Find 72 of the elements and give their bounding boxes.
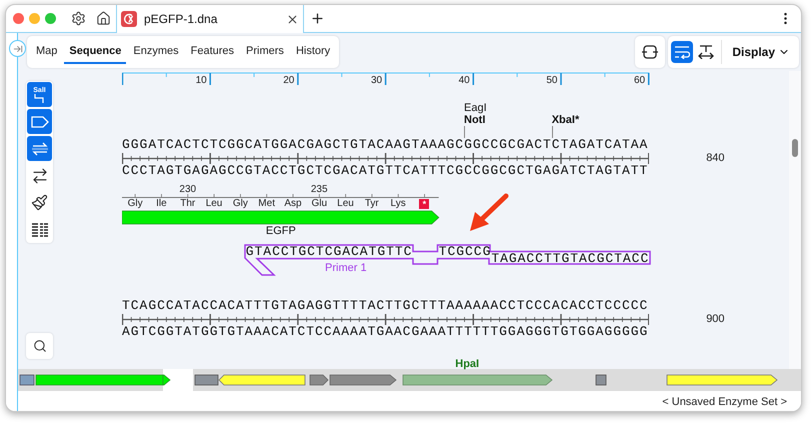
amino-acid: Lys [390,198,406,209]
amino-acid: Tyr [364,198,379,209]
ruler-number: 30 [370,75,382,87]
amino-acid: Gly [232,198,248,209]
amino-acid: Glu [311,198,327,209]
view-tab[interactable]: Map [31,40,62,64]
view-tab[interactable]: History [290,40,336,64]
ruler-number: 40 [458,75,470,87]
cut-marker [464,126,466,138]
view-tab[interactable]: Primers [241,40,289,64]
primer-outline[interactable] [244,244,651,276]
primer-sequence: TAGACCTTGTACGCTACC [491,252,650,266]
wrap-text-icon [674,45,690,59]
amino-acid: Ile [156,198,167,209]
scrollbar-thumb[interactable] [792,139,798,157]
cut-marker [552,126,553,138]
plus-icon [310,11,325,26]
sidebar-expand-icon [12,44,22,54]
enzyme-name[interactable]: EagI [464,102,487,114]
feature-arrow-tip[interactable] [162,374,171,386]
view-tab[interactable]: Enzymes [128,40,184,64]
ruler-number: 50 [546,75,558,87]
amino-acid: Thr [180,198,196,209]
feature-block[interactable] [20,374,34,386]
app-logo-icon [121,11,137,27]
close-window-button[interactable] [13,13,24,24]
search-button[interactable] [26,333,53,359]
amino-acid: Asp [284,198,302,209]
bottom-strand: AGTCGGTATGGTGTAAACATCTCCAAAATGAACGAAATTTTTTGGAGGGTGTGGAGGGGG [122,325,650,339]
enzyme-set-selector[interactable]: < Unsaved Enzyme Set > [662,394,787,410]
settings-icon [71,11,86,26]
residue-number: 230 [179,185,196,194]
top-strand: GGGATCACTCTCGGCATGGACGAGCTGTACAAGTAAAGCGGCCGCGACTCTAGATCATAA [122,138,650,152]
feature-label: EGFP [266,225,296,238]
home-icon [96,11,111,26]
maximize-window-button[interactable] [45,13,56,24]
residue-number: 235 [310,185,328,194]
table-lines-icon [32,222,48,236]
search-icon [32,339,46,353]
amino-acid: Met [258,198,275,209]
primer-label: Primer 1 [325,262,367,275]
stop-codon: * [419,198,430,208]
tab-title: pEGFP-1.dna [144,11,218,28]
ruler-number: 20 [283,75,294,87]
ruler-number: 10 [196,75,207,87]
base-position: 840 [706,150,725,166]
view-tab[interactable]: Sequence [64,40,126,64]
top-strand: TCAGCCATACCACATTTGTAGAGGTTTTACTTGCTTTAAAAAACCTCCCACACCTCCCCC [122,299,650,313]
enzyme-name[interactable]: NotI [464,114,486,126]
paintbrush-icon [31,194,48,211]
base-position: 900 [706,312,725,327]
view-tab[interactable]: Features [186,40,240,64]
amino-acid: Gly [128,198,143,209]
cut-site-icon [33,94,46,102]
close-icon[interactable] [286,12,299,26]
primer-sequence: GTACCTGCTCGACATGTTC [246,245,412,259]
linear-view-icon [642,45,658,59]
viewport-indicator[interactable] [163,369,193,391]
amino-acid: Leu [206,198,222,209]
amino-acid: Leu [337,198,354,209]
ruler-number: 60 [634,75,646,87]
feature-arrow[interactable] [218,374,306,386]
swap-arrows-icon [30,166,48,184]
swap-lines-icon [30,142,48,156]
enzyme-name[interactable]: HpaI [455,358,480,370]
bottom-strand: CCCTAGTGAGAGCCGTACCTGCTCGACATGTTCATTTCGCCGGCGCTGAGATCTAGTATT [122,164,650,178]
fit-width-icon [698,45,714,59]
tag-icon [30,116,48,128]
primer-sequence: TCGCCG [438,245,492,259]
document-tab[interactable]: pEGFP-1.dna [116,5,304,33]
enzyme-name[interactable]: XbaI* [552,114,580,126]
feature-arrow[interactable] [310,374,329,386]
